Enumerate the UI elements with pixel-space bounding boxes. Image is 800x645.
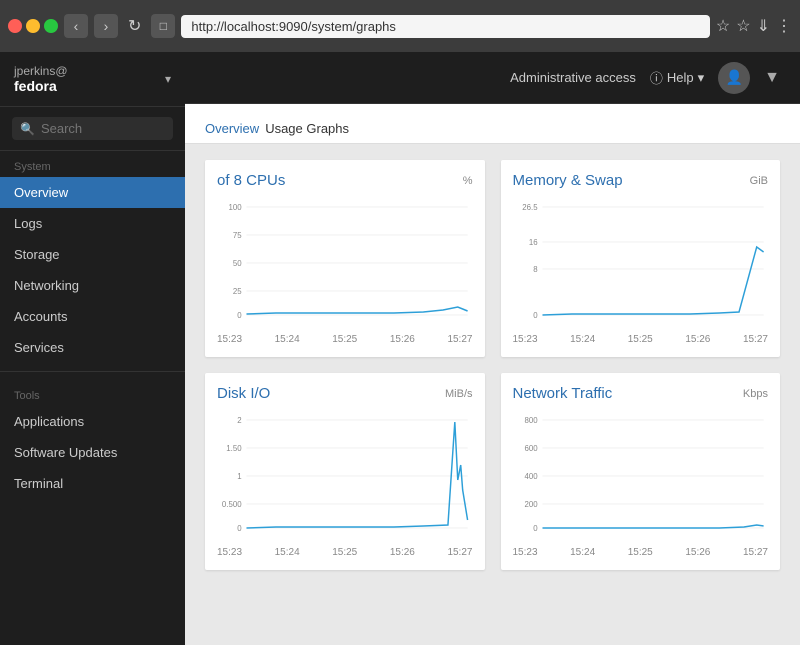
network-graph-title: Network Traffic [513, 385, 613, 402]
sidebar-item-terminal[interactable]: Terminal [0, 468, 185, 499]
hostname: fedora [14, 78, 68, 94]
disk-time-labels: 15:2315:2415:2515:2615:27 [217, 547, 473, 558]
search-box: 🔍 [0, 107, 185, 151]
svg-text:26.5: 26.5 [522, 203, 538, 212]
breadcrumb-overview-link[interactable]: Overview [205, 121, 259, 136]
memory-graph-card: Memory & Swap GiB 26.5 16 8 0 [501, 160, 781, 357]
help-icon: ⓘ [650, 68, 663, 87]
sidebar-item-storage[interactable]: Storage [0, 239, 185, 270]
disk-graph-card: Disk I/O MiB/s 2 1.50 1 0.500 0 [205, 373, 485, 570]
network-time-labels: 15:2315:2415:2515:2615:27 [513, 547, 769, 558]
disk-graph-unit: MiB/s [445, 388, 473, 400]
breadcrumb-current: Usage Graphs [265, 121, 349, 136]
cpu-chart: 100 75 50 25 0 [217, 197, 473, 327]
svg-text:25: 25 [233, 287, 242, 296]
help-button[interactable]: ⓘ Help ▾ [650, 68, 704, 87]
help-dropdown-icon: ▾ [698, 70, 705, 86]
forward-button[interactable]: › [94, 14, 118, 38]
avatar-dropdown-icon[interactable]: ▼ [764, 69, 780, 87]
svg-text:0: 0 [533, 311, 538, 320]
shield-button[interactable]: □ [151, 14, 175, 38]
sidebar-item-logs[interactable]: Logs [0, 208, 185, 239]
browser-actions: ☆ ☆ ⇓ ⋮ [716, 16, 792, 36]
network-graph-card: Network Traffic Kbps 800 600 400 200 0 [501, 373, 781, 570]
cpu-graph-title: of 8 CPUs [217, 172, 285, 189]
cpu-graph-card: of 8 CPUs % 100 75 50 25 [205, 160, 485, 357]
cpu-graph-unit: % [463, 175, 473, 187]
top-bar-actions: Administrative access ⓘ Help ▾ 👤 ▼ [510, 62, 780, 94]
search-input-wrap: 🔍 [12, 117, 173, 140]
disk-graph-title: Disk I/O [217, 385, 270, 402]
memory-graph-unit: GiB [750, 175, 768, 187]
reload-button[interactable]: ↻ [124, 16, 145, 36]
tools-section-label: Tools [0, 380, 185, 406]
back-button[interactable]: ‹ [64, 14, 88, 38]
network-graph-header: Network Traffic Kbps [513, 385, 769, 402]
cpu-graph-header: of 8 CPUs % [217, 172, 473, 189]
sidebar-item-overview[interactable]: Overview [0, 177, 185, 208]
browser-controls [8, 19, 58, 33]
svg-text:200: 200 [524, 500, 538, 509]
svg-text:75: 75 [233, 231, 242, 240]
username: jperkins@ [14, 64, 68, 78]
sidebar-item-networking[interactable]: Networking [0, 270, 185, 301]
svg-text:0: 0 [533, 524, 538, 533]
maximize-button[interactable] [44, 19, 58, 33]
svg-text:100: 100 [228, 203, 242, 212]
bookmark-icon[interactable]: ☆ [716, 16, 730, 36]
help-label: Help [667, 70, 694, 85]
svg-text:0: 0 [237, 524, 242, 533]
top-bar: Administrative access ⓘ Help ▾ 👤 ▼ [185, 52, 800, 104]
graphs-grid: of 8 CPUs % 100 75 50 25 [205, 160, 780, 570]
main-area: Administrative access ⓘ Help ▾ 👤 ▼ Overv… [185, 52, 800, 645]
svg-text:50: 50 [233, 259, 242, 268]
svg-text:400: 400 [524, 472, 538, 481]
memory-chart: 26.5 16 8 0 [513, 197, 769, 327]
user-info: jperkins@ fedora [14, 64, 68, 94]
disk-graph-header: Disk I/O MiB/s [217, 385, 473, 402]
svg-text:2: 2 [237, 416, 241, 425]
memory-time-labels: 15:2315:2415:2515:2615:27 [513, 334, 769, 345]
cpu-time-labels: 15:2315:2415:2515:2615:27 [217, 334, 473, 345]
disk-chart: 2 1.50 1 0.500 0 [217, 410, 473, 540]
content-header: Overview Usage Graphs [185, 104, 800, 144]
svg-text:0.500: 0.500 [222, 500, 242, 509]
svg-text:16: 16 [528, 238, 537, 247]
svg-text:600: 600 [524, 444, 538, 453]
content-body: of 8 CPUs % 100 75 50 25 [185, 144, 800, 645]
minimize-button[interactable] [26, 19, 40, 33]
svg-text:1: 1 [237, 472, 242, 481]
avatar[interactable]: 👤 [718, 62, 750, 94]
memory-graph-header: Memory & Swap GiB [513, 172, 769, 189]
sidebar-item-services[interactable]: Services [0, 332, 185, 363]
sidebar-item-applications[interactable]: Applications [0, 406, 185, 437]
user-bar: jperkins@ fedora ▾ [0, 52, 185, 107]
svg-text:8: 8 [533, 265, 538, 274]
app-wrapper: jperkins@ fedora ▾ 🔍 System Overview Log… [0, 52, 800, 645]
svg-text:800: 800 [524, 416, 538, 425]
sidebar: jperkins@ fedora ▾ 🔍 System Overview Log… [0, 52, 185, 645]
svg-text:0: 0 [237, 311, 242, 320]
svg-text:1.50: 1.50 [226, 444, 242, 453]
close-button[interactable] [8, 19, 22, 33]
sidebar-item-software-updates[interactable]: Software Updates [0, 437, 185, 468]
address-bar[interactable] [181, 15, 710, 38]
sidebar-divider [0, 371, 185, 372]
system-section-label: System [0, 151, 185, 177]
user-dropdown-icon[interactable]: ▾ [165, 72, 171, 86]
admin-access-label: Administrative access [510, 70, 636, 85]
menu-icon[interactable]: ⋮ [776, 16, 792, 36]
search-icon: 🔍 [20, 122, 35, 136]
browser-chrome: ‹ › ↻ □ ☆ ☆ ⇓ ⋮ [0, 0, 800, 52]
network-graph-unit: Kbps [743, 388, 768, 400]
memory-graph-title: Memory & Swap [513, 172, 623, 189]
network-chart: 800 600 400 200 0 [513, 410, 769, 540]
sidebar-item-accounts[interactable]: Accounts [0, 301, 185, 332]
search-input[interactable] [41, 121, 165, 136]
download-icon[interactable]: ⇓ [757, 16, 770, 36]
star-icon[interactable]: ☆ [736, 16, 750, 36]
